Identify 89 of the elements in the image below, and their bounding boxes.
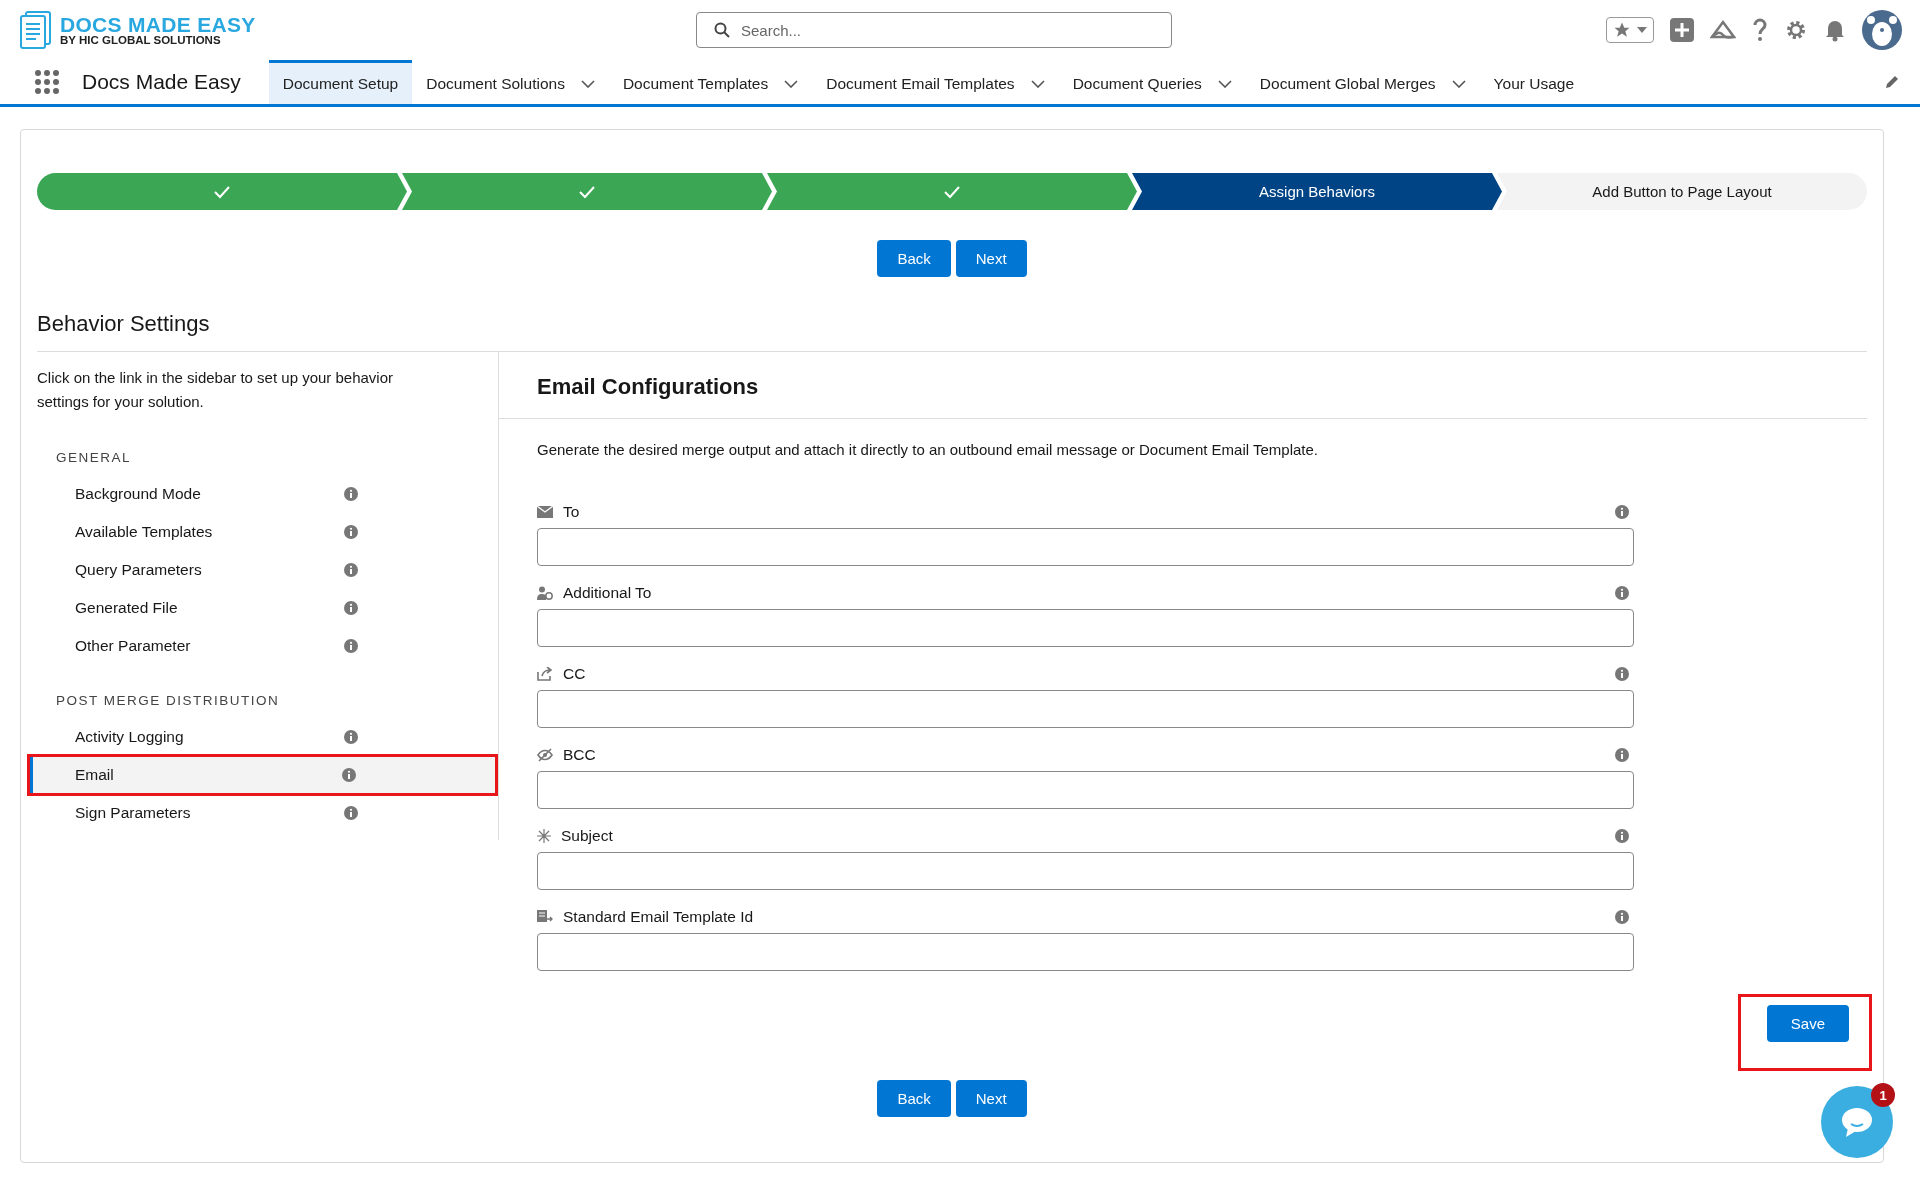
info-icon[interactable] xyxy=(344,487,358,501)
avatar-icon[interactable] xyxy=(1862,10,1902,50)
sidebar-item[interactable]: Generated File xyxy=(37,589,498,627)
nav-tab[interactable]: Document Templates xyxy=(608,60,813,104)
field-label: Additional To xyxy=(563,584,652,602)
search-field[interactable]: Search... xyxy=(696,12,1172,48)
wizard-nav-button[interactable]: Next xyxy=(955,240,1027,277)
info-icon[interactable] xyxy=(1615,505,1629,519)
caret-icon xyxy=(1637,27,1647,33)
text-input-field[interactable] xyxy=(537,771,1634,809)
chat-bubble-icon xyxy=(1840,1106,1874,1138)
hidden-eye-icon xyxy=(537,748,553,762)
info-icon[interactable] xyxy=(344,601,358,615)
wizard-nav-button[interactable]: Back xyxy=(877,1080,951,1117)
settings-icon[interactable] xyxy=(1784,18,1808,42)
sparkle-icon xyxy=(537,829,551,843)
info-icon[interactable] xyxy=(1615,910,1629,924)
chevron-down-icon[interactable] xyxy=(784,79,799,88)
progress-step[interactable] xyxy=(402,173,772,210)
sidebar-group-heading: GENERAL xyxy=(55,450,133,467)
field-label: CC xyxy=(563,665,586,683)
section-title: Behavior Settings xyxy=(37,311,1867,352)
chevron-down-icon[interactable] xyxy=(1217,79,1232,88)
info-icon[interactable] xyxy=(1615,586,1629,600)
nav-tab[interactable]: Document Solutions xyxy=(412,60,609,104)
nav-tab[interactable]: Document Global Merges xyxy=(1245,60,1480,104)
sidebar-item[interactable]: Available Templates xyxy=(37,513,498,551)
info-icon[interactable] xyxy=(344,639,358,653)
sidebar-item[interactable]: Sign Parameters xyxy=(37,794,498,832)
help-icon[interactable] xyxy=(1752,18,1768,42)
field-label: To xyxy=(563,503,580,521)
wizard-nav-button[interactable]: Back xyxy=(877,240,951,277)
star-icon xyxy=(1613,21,1631,39)
info-icon[interactable] xyxy=(344,806,358,820)
logo-subtitle: BY HIC GLOBAL SOLUTIONS xyxy=(60,34,222,47)
share-icon xyxy=(537,667,553,681)
info-icon[interactable] xyxy=(344,563,358,577)
checkmark-icon xyxy=(213,184,231,199)
template-icon xyxy=(537,910,553,924)
favorites-button[interactable] xyxy=(1606,17,1654,43)
progress-step[interactable]: Add Button to Page Layout xyxy=(1497,173,1867,210)
info-icon[interactable] xyxy=(1615,829,1629,843)
nav-tab[interactable]: Document Email Templates xyxy=(812,60,1059,104)
nav-tab[interactable]: Document Setup xyxy=(268,60,413,104)
notification-bell-icon[interactable] xyxy=(1824,18,1846,42)
progress-step[interactable] xyxy=(37,173,407,210)
info-icon[interactable] xyxy=(1615,667,1629,681)
text-input-field[interactable] xyxy=(537,609,1634,647)
progress-step[interactable] xyxy=(767,173,1137,210)
text-input-field[interactable] xyxy=(537,528,1634,566)
sidebar-item[interactable]: Other Parameter xyxy=(37,627,498,665)
app-launcher-icon[interactable] xyxy=(34,69,60,95)
chevron-down-icon[interactable] xyxy=(1451,79,1466,88)
text-input-field[interactable] xyxy=(537,933,1634,971)
nav-tab[interactable]: Document Queries xyxy=(1058,60,1246,104)
sidebar-group-heading: POST MERGE DISTRIBUTION xyxy=(55,693,281,710)
panel-title: Email Configurations xyxy=(499,352,1867,419)
edit-pencil-icon[interactable] xyxy=(1884,74,1900,90)
envelope-icon xyxy=(537,506,553,518)
sidebar-intro: Click on the link in the sidebar to set up your behavior settings for your solution. xyxy=(37,368,395,412)
sidebar-item[interactable]: Background Mode xyxy=(37,475,498,513)
info-icon[interactable] xyxy=(1615,748,1629,762)
save-button[interactable]: Save xyxy=(1766,1005,1849,1042)
field-label: BCC xyxy=(563,746,596,764)
text-input-field[interactable] xyxy=(537,690,1634,728)
nav-tab[interactable]: Your Usage xyxy=(1479,60,1589,104)
checkmark-icon xyxy=(943,184,961,199)
chevron-down-icon[interactable] xyxy=(1030,79,1045,88)
panel-description: Generate the desired merge output and attach it directly to an outbound email message or Document Email Template. xyxy=(537,441,1319,458)
wizard-nav-button[interactable]: Next xyxy=(955,1080,1027,1117)
info-icon[interactable] xyxy=(344,730,358,744)
sidebar-item[interactable]: Activity Logging xyxy=(37,718,498,756)
field-label: Standard Email Template Id xyxy=(563,908,754,926)
add-icon[interactable] xyxy=(1670,18,1694,42)
sidebar-item[interactable]: Email xyxy=(29,756,496,794)
search-icon xyxy=(714,22,730,38)
logo-title: DOCS MADE EASY xyxy=(60,13,256,35)
person-add-icon xyxy=(537,586,553,600)
app-name: Docs Made Easy xyxy=(82,70,241,94)
progress-step[interactable]: Assign Behaviors xyxy=(1132,173,1502,210)
sidebar-item[interactable]: Query Parameters xyxy=(37,551,498,589)
chevron-down-icon[interactable] xyxy=(580,79,595,88)
chat-launcher-button[interactable]: 1 xyxy=(1821,1086,1893,1158)
notification-badge: 1 xyxy=(1871,1083,1895,1107)
info-icon[interactable] xyxy=(342,768,356,782)
field-label: Subject xyxy=(561,827,613,845)
checkmark-icon xyxy=(578,184,596,199)
info-icon[interactable] xyxy=(344,525,358,539)
text-input-field[interactable] xyxy=(537,852,1634,890)
